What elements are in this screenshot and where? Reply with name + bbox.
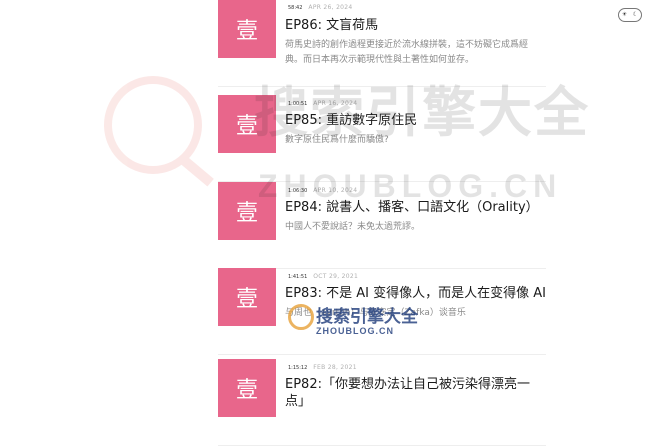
episode-title[interactable]: EP83: 不是 AI 变得像人，而是人在变得像 AI <box>285 285 546 302</box>
episode-cover[interactable]: 壹 <box>218 95 276 153</box>
episode-date: APR 26, 2024 <box>308 4 353 11</box>
episode-summary: 數字原住民爲什麼而驕傲? <box>285 135 389 145</box>
episode-item[interactable]: 58:42 APR 26, 2024 壹 EP86: 文盲荷馬 荷馬史詩的創作過… <box>218 0 546 87</box>
episode-date: APR 10, 2024 <box>313 187 358 194</box>
episode-item[interactable]: 1:41:51 OCT 29, 2021 壹 EP83: 不是 AI 变得像人，… <box>218 268 546 355</box>
episode-summary: 荷馬史詩的創作過程更接近於流水線拼裝，這不妨礙它成爲經典。而日本再次示範現代性與… <box>285 40 529 65</box>
episode-item[interactable]: 1:06:30 APR 10, 2024 壹 EP84: 說書人、播客、口語文化… <box>218 182 546 269</box>
cover-glyph: 壹 <box>235 287 258 312</box>
cover-glyph: 壹 <box>235 378 258 403</box>
episode-date: OCT 29, 2021 <box>313 273 359 280</box>
episode-item[interactable]: 1:00:51 APR 16, 2024 壹 EP85: 重訪數字原住民 數字原… <box>218 95 546 182</box>
cover-glyph: 壹 <box>235 201 258 226</box>
episode-cover[interactable]: 壹 <box>218 182 276 240</box>
episode-title[interactable]: EP86: 文盲荷馬 <box>285 17 545 34</box>
episode-item[interactable]: 1:15:12 FEB 28, 2021 壹 EP82:「你要想办法让自己被污染… <box>218 359 546 446</box>
episode-meta: 1:00:51 APR 16, 2024 <box>288 100 357 107</box>
episode-duration: 1:41:51 <box>288 274 308 280</box>
episode-summary: 中國人不愛說話？未免太過荒謬。 <box>285 222 421 232</box>
episode-title[interactable]: EP85: 重訪數字原住民 <box>285 112 545 129</box>
episode-meta: 1:41:51 OCT 29, 2021 <box>288 273 358 280</box>
episode-duration: 58:42 <box>288 5 303 11</box>
episode-duration: 1:06:30 <box>288 188 308 194</box>
episode-meta: 58:42 APR 26, 2024 <box>288 4 353 11</box>
episode-cover[interactable]: 壹 <box>218 0 276 58</box>
episode-title[interactable]: EP84: 說書人、播客、口語文化（Orality） <box>285 199 545 216</box>
magnifier-handle <box>176 153 214 187</box>
magnifier-logo-icon <box>104 76 202 174</box>
episode-meta: 1:06:30 APR 10, 2024 <box>288 187 357 194</box>
sun-icon: ☀ <box>621 11 628 18</box>
theme-toggle[interactable]: ☀ ☾ <box>618 8 642 22</box>
episode-summary: 与周也（ayrtbh）与张安定（Zafka）谈音乐 <box>285 308 466 318</box>
moon-icon: ☾ <box>632 11 639 18</box>
episode-duration: 1:15:12 <box>288 365 308 371</box>
episode-cover[interactable]: 壹 <box>218 359 276 417</box>
episode-meta: 1:15:12 FEB 28, 2021 <box>288 364 357 371</box>
episode-date: APR 16, 2024 <box>313 100 358 107</box>
episode-cover[interactable]: 壹 <box>218 268 276 326</box>
episode-duration: 1:00:51 <box>288 101 308 107</box>
episode-date: FEB 28, 2021 <box>313 364 357 371</box>
cover-glyph: 壹 <box>235 19 258 44</box>
cover-glyph: 壹 <box>235 114 258 139</box>
